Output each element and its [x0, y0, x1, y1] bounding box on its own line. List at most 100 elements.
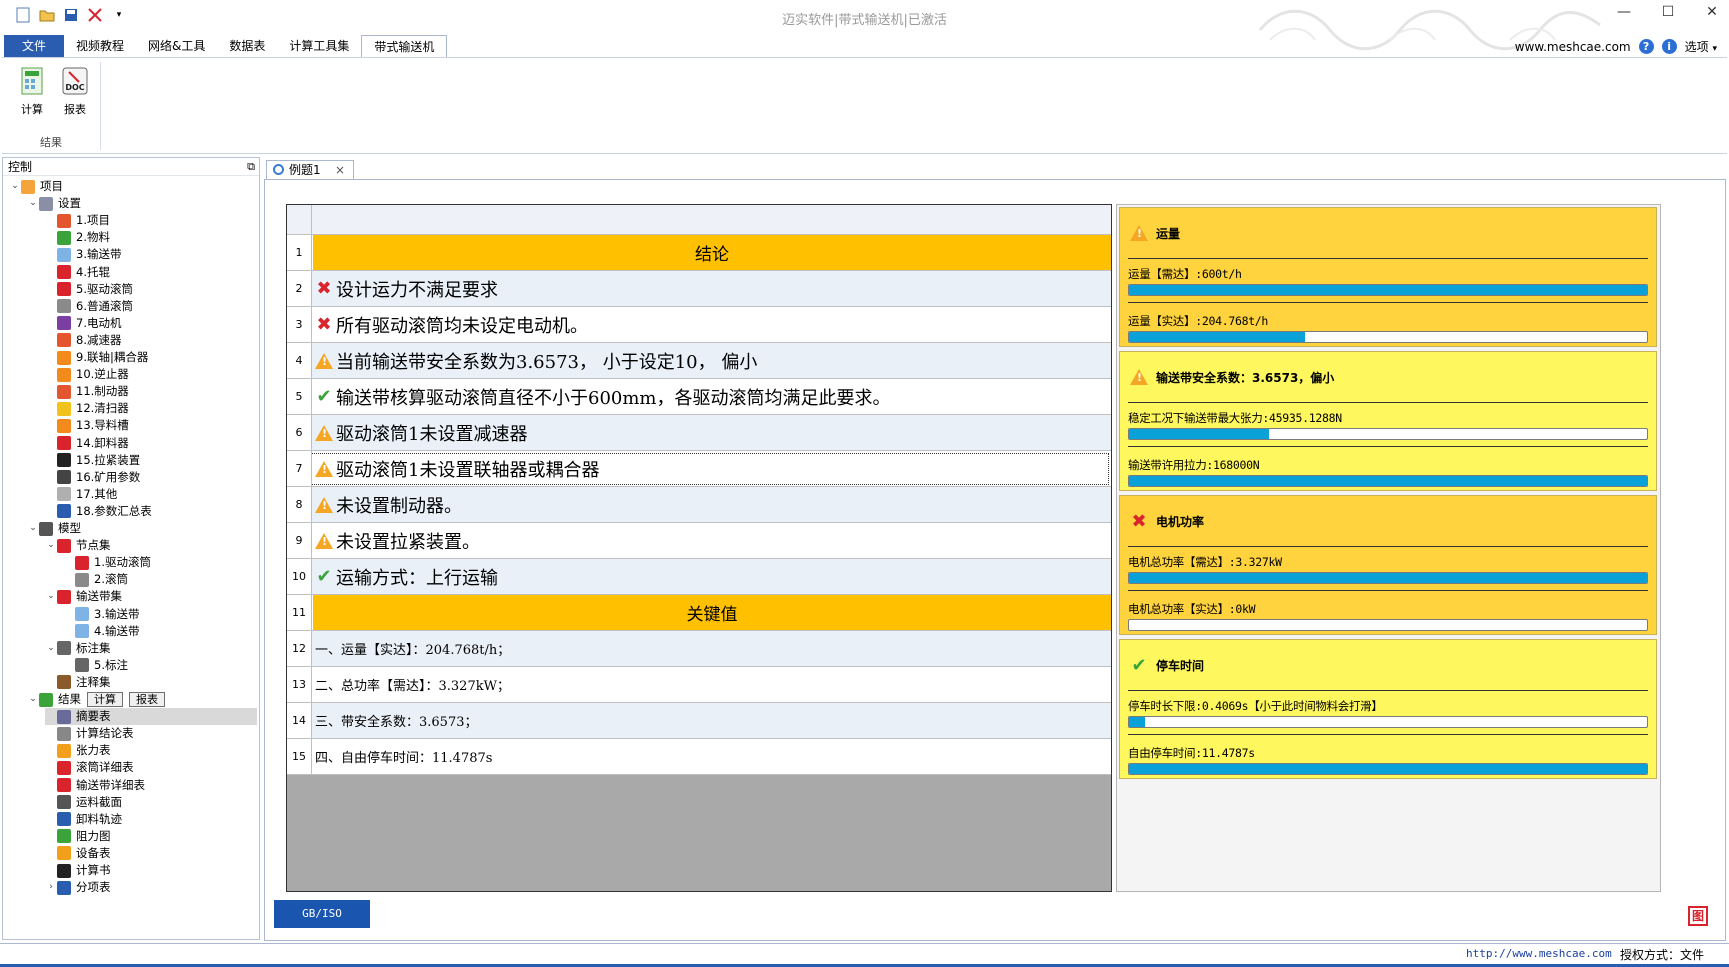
- report-button[interactable]: DOC 报表: [57, 66, 93, 117]
- tab-belt-conveyor[interactable]: 带式输送机: [361, 35, 448, 57]
- tree-item[interactable]: ⌄ 节点集: [45, 537, 257, 554]
- tree-node-icon: [57, 641, 71, 656]
- tree-item[interactable]: ⌄ 模型: [27, 520, 257, 537]
- chevron-down-icon[interactable]: ⌄: [45, 640, 57, 657]
- tree-item[interactable]: 9.联轴|耦合器: [45, 349, 257, 366]
- minimize-icon[interactable]: —: [1615, 4, 1633, 20]
- grid-row[interactable]: 14 三、带安全系数：3.6573；: [287, 703, 1111, 739]
- tree-item[interactable]: 5.标注: [63, 657, 257, 674]
- maximize-icon[interactable]: ☐: [1659, 4, 1677, 20]
- grid-cell-text: 驱动滚筒1未设置减速器: [336, 423, 528, 445]
- tree-item[interactable]: 3.输送带: [45, 246, 257, 263]
- tree-item[interactable]: ⌄ 标注集: [45, 640, 257, 657]
- grid-row[interactable]: 11 关键值: [287, 595, 1111, 631]
- tree-item[interactable]: 张力表: [45, 742, 257, 759]
- grid-row[interactable]: 7 驱动滚筒1未设置联轴器或耦合器: [287, 451, 1111, 487]
- card-progress-fill: [1129, 285, 1647, 295]
- tab-file[interactable]: 文件: [4, 35, 64, 57]
- tree-item[interactable]: 2.滚筒: [63, 571, 257, 588]
- tree-item[interactable]: 4.输送带: [63, 623, 257, 640]
- tree-item[interactable]: 设备表: [45, 845, 257, 862]
- tree-item[interactable]: 6.普通滚筒: [45, 298, 257, 315]
- grid-row[interactable]: 3 ✖ 所有驱动滚筒均未设定电动机。: [287, 307, 1111, 343]
- chevron-down-icon[interactable]: ⌄: [27, 520, 39, 537]
- tree-item[interactable]: 7.电动机: [45, 315, 257, 332]
- chevron-down-icon[interactable]: ⌄: [27, 195, 39, 212]
- tree-report-button[interactable]: 报表: [129, 692, 165, 707]
- tree-node-icon: [57, 384, 71, 399]
- grid-row[interactable]: 1 结论: [287, 235, 1111, 271]
- grid-row[interactable]: 10 ✔ 运输方式：上行运输: [287, 559, 1111, 595]
- tree-item[interactable]: 8.减速器: [45, 332, 257, 349]
- grid-row[interactable]: 13 二、总功率【需达】：3.327kW；: [287, 667, 1111, 703]
- tree-item[interactable]: 12.清扫器: [45, 400, 257, 417]
- tree-item[interactable]: 3.输送带: [63, 606, 257, 623]
- chevron-down-icon[interactable]: ⌄: [27, 691, 39, 708]
- grid-row[interactable]: 4 当前输送带安全系数为3.6573， 小于设定10， 偏小: [287, 343, 1111, 379]
- tab-example1[interactable]: 例题1 ×: [266, 160, 354, 179]
- tree-item-label: 标注集: [76, 640, 111, 655]
- help-icon[interactable]: ?: [1638, 39, 1654, 54]
- tree-item[interactable]: 摘要表: [45, 708, 257, 726]
- grid-row[interactable]: 2 ✖ 设计运力不满足要求: [287, 271, 1111, 307]
- tree-item[interactable]: 4.托辊: [45, 264, 257, 281]
- grid-row[interactable]: 5 ✔ 输送带核算驱动滚筒直径不小于600mm，各驱动滚筒均满足此要求。: [287, 379, 1111, 415]
- tree-item[interactable]: 输送带详细表: [45, 777, 257, 794]
- grid-row[interactable]: 15 四、自由停车时间：11.4787s: [287, 739, 1111, 775]
- tree-item[interactable]: ⌄ 项目: [9, 178, 257, 195]
- tree-item[interactable]: 滚筒详细表: [45, 759, 257, 776]
- tree-item[interactable]: 13.导料槽: [45, 417, 257, 434]
- website-link[interactable]: www.meshcae.com: [1515, 40, 1631, 54]
- tree-item[interactable]: ⌄ 输送带集: [45, 588, 257, 605]
- calc-button[interactable]: 计算: [14, 66, 50, 117]
- grid-row[interactable]: 8 未设置制动器。: [287, 487, 1111, 523]
- chevron-down-icon[interactable]: ⌄: [45, 588, 57, 605]
- chevron-down-icon[interactable]: ⌄: [45, 537, 57, 554]
- error-icon: ✖: [1131, 510, 1147, 532]
- tab-network-tools[interactable]: 网络&工具: [136, 35, 217, 57]
- tab-data-tables[interactable]: 数据表: [217, 35, 277, 57]
- tree-item[interactable]: 18.参数汇总表: [45, 503, 257, 520]
- tree-item[interactable]: 计算结论表: [45, 725, 257, 742]
- tree-item[interactable]: 11.制动器: [45, 383, 257, 400]
- image-icon[interactable]: 图: [1688, 906, 1708, 926]
- doc-tab-label: 例题1: [289, 163, 321, 177]
- control-panel: 控制 ⧉ ⌄ 项目 ⌄ 设置 1.项目 2.物料 3.输送带 4.托辊 5.驱动滚筒 6.普通滚筒…: [2, 157, 260, 940]
- grid-row[interactable]: 6 驱动滚筒1未设置减速器: [287, 415, 1111, 451]
- options-menu[interactable]: 选项 ▾: [1685, 38, 1717, 55]
- tree-calc-button[interactable]: 计算: [87, 692, 123, 707]
- tree-item[interactable]: 2.物料: [45, 229, 257, 246]
- tab-video-tutorial[interactable]: 视频教程: [64, 35, 136, 57]
- tree-item[interactable]: 卸料轨迹: [45, 811, 257, 828]
- tree-item[interactable]: ⌄ 结果 计算 报表: [27, 691, 257, 708]
- tree-item[interactable]: ⌄ 设置: [27, 195, 257, 212]
- tree-item[interactable]: › 分项表: [45, 879, 257, 896]
- tree-item[interactable]: 1.项目: [45, 212, 257, 229]
- tree-item[interactable]: 16.矿用参数: [45, 469, 257, 486]
- tree-item[interactable]: 运料截面: [45, 794, 257, 811]
- chevron-down-icon[interactable]: ⌄: [9, 178, 21, 195]
- tree-item[interactable]: 14.卸料器: [45, 435, 257, 452]
- tree-item[interactable]: 17.其他: [45, 486, 257, 503]
- status-url[interactable]: http://www.meshcae.com: [1466, 947, 1612, 960]
- tree-item[interactable]: 注释集: [45, 674, 257, 691]
- info-icon[interactable]: i: [1661, 39, 1677, 54]
- tree-item[interactable]: 阻力图: [45, 828, 257, 845]
- close-window-icon[interactable]: ✕: [1703, 4, 1721, 20]
- warning-icon: [315, 352, 333, 370]
- tree-item-label: 4.输送带: [94, 623, 140, 638]
- grid-row[interactable]: 9 未设置拉紧装置。: [287, 523, 1111, 559]
- tree-item[interactable]: 10.逆止器: [45, 366, 257, 383]
- pin-icon[interactable]: ⧉: [247, 158, 255, 176]
- close-icon[interactable]: ×: [335, 161, 345, 179]
- tree-item[interactable]: 5.驱动滚筒: [45, 281, 257, 298]
- tree-item[interactable]: 15.拉紧装置: [45, 452, 257, 469]
- tree-item[interactable]: 计算书: [45, 862, 257, 879]
- tree-item-label: 5.标注: [94, 657, 128, 672]
- tab-calc-tools[interactable]: 计算工具集: [277, 35, 361, 57]
- card-title: 运量: [1156, 226, 1181, 241]
- gb-iso-button[interactable]: GB/ISO: [274, 900, 370, 928]
- grid-row[interactable]: 12 一、运量【实达】：204.768t/h；: [287, 631, 1111, 667]
- tree-item[interactable]: 1.驱动滚筒: [63, 554, 257, 571]
- chevron-right-icon[interactable]: ›: [45, 879, 57, 896]
